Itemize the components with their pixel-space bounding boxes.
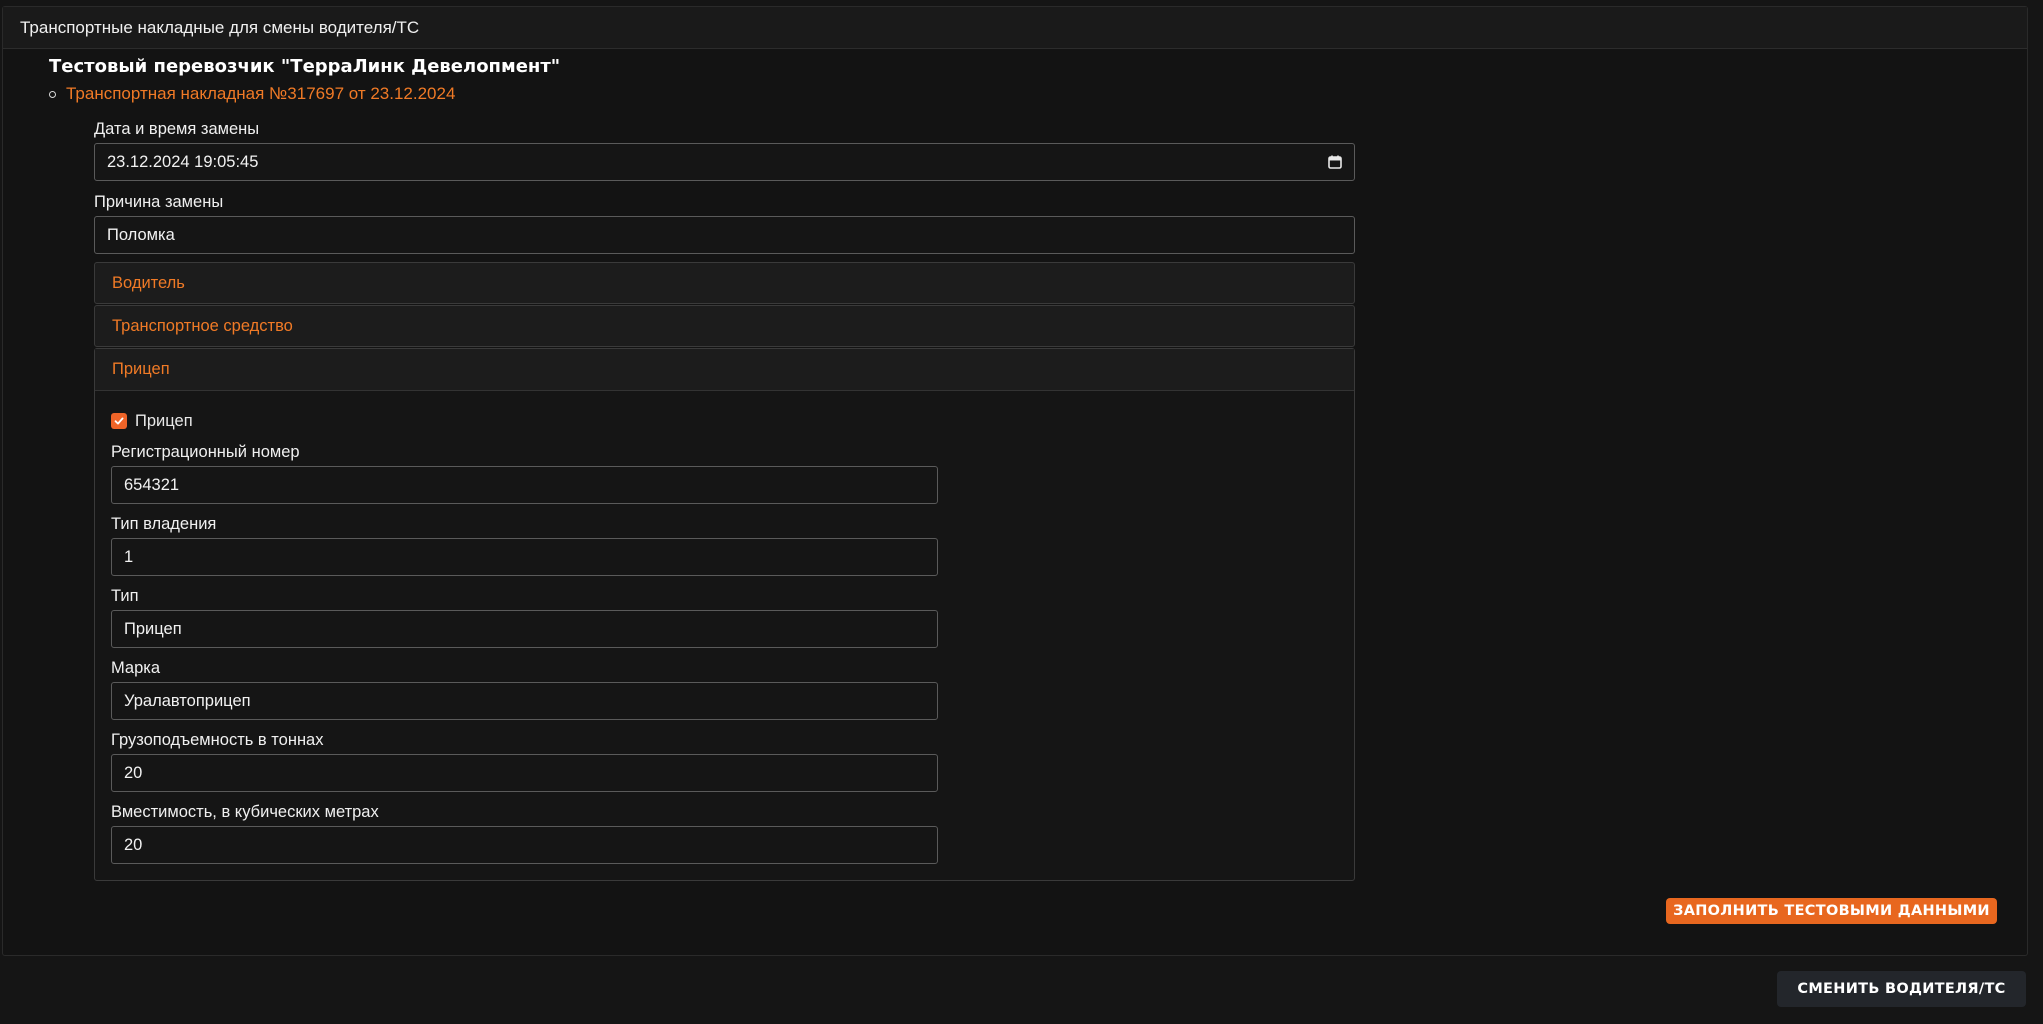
brand-input[interactable]: Уралавтоприцеп (111, 682, 938, 720)
replacement-form: Дата и время замены 23.12.2024 19:05:45 … (94, 118, 1355, 881)
datetime-label: Дата и время замены (94, 120, 260, 138)
ownership-input[interactable]: 1 (111, 538, 938, 576)
accordion-trailer-header[interactable]: Прицеп (95, 349, 1354, 391)
volume-label: Вместимость, в кубических метрах (111, 803, 379, 821)
type-label: Тип (111, 587, 139, 605)
reg-number-input[interactable]: 654321 (111, 466, 938, 504)
accordion-vehicle[interactable]: Транспортное средство (94, 305, 1355, 347)
fill-test-data-button[interactable]: ЗАПОЛНИТЬ ТЕСТОВЫМИ ДАННЫМИ (1666, 898, 1997, 924)
panel-title: Транспортные накладные для смены водител… (20, 17, 420, 37)
trailer-checkbox[interactable] (111, 413, 127, 429)
trailer-checkbox-label: Прицеп (135, 411, 193, 430)
carrier-name: Тестовый перевозчик "ТерраЛинк Девелопме… (49, 56, 561, 77)
check-icon (114, 417, 124, 425)
reg-number-value: 654321 (124, 475, 180, 494)
reason-value: Поломка (107, 225, 175, 244)
accordion-trailer: Прицеп Прицеп Регистрационный номер 6543… (94, 348, 1355, 881)
accordion-trailer-body: Прицеп Регистрационный номер 654321 Тип … (95, 391, 1354, 880)
volume-value: 20 (124, 835, 143, 854)
change-driver-button[interactable]: СМЕНИТЬ ВОДИТЕЛЯ/ТС (1777, 971, 2026, 1007)
brand-value: Уралавтоприцеп (124, 691, 251, 710)
type-input[interactable]: Прицеп (111, 610, 938, 648)
type-value: Прицеп (124, 619, 182, 638)
brand-label: Марка (111, 659, 161, 677)
invoice-list-item[interactable]: Транспортная накладная №317697 от 23.12.… (49, 84, 455, 104)
volume-input[interactable]: 20 (111, 826, 938, 864)
capacity-value: 20 (124, 763, 143, 782)
accordion-driver-title: Водитель (112, 273, 185, 292)
reg-number-label: Регистрационный номер (111, 443, 300, 461)
bullet-icon (49, 90, 56, 98)
panel-header: Транспортные накладные для смены водител… (3, 7, 2027, 49)
invoice-link[interactable]: Транспортная накладная №317697 от 23.12.… (66, 84, 455, 104)
capacity-input[interactable]: 20 (111, 754, 938, 792)
accordion-trailer-title: Прицеп (112, 360, 170, 378)
reason-input[interactable]: Поломка (94, 216, 1355, 254)
reason-label: Причина замены (94, 193, 224, 211)
calendar-icon[interactable] (1328, 155, 1342, 169)
datetime-value: 23.12.2024 19:05:45 (107, 152, 259, 171)
capacity-label: Грузоподъемность в тоннах (111, 731, 324, 749)
accordion-driver[interactable]: Водитель (94, 262, 1355, 304)
accordion-vehicle-title: Транспортное средство (112, 316, 293, 335)
trailer-checkbox-row[interactable]: Прицеп (111, 409, 1338, 433)
ownership-label: Тип владения (111, 515, 217, 533)
datetime-input[interactable]: 23.12.2024 19:05:45 (94, 143, 1355, 181)
ownership-value: 1 (124, 547, 134, 566)
